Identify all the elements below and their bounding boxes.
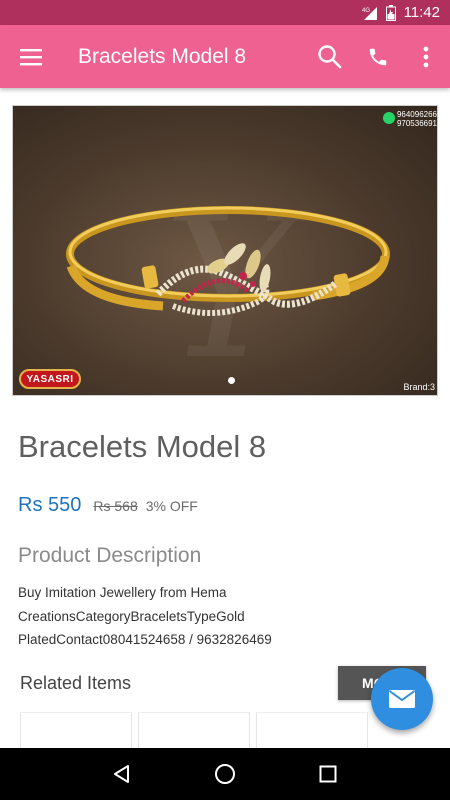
recents-icon [319, 765, 337, 783]
email-fab[interactable] [371, 668, 433, 730]
whatsapp-icon [382, 112, 395, 124]
discount-label: 3% OFF [145, 498, 198, 514]
menu-button[interactable] [0, 25, 62, 88]
product-description: Buy Imitation Jewellery from Hema Creati… [18, 581, 318, 652]
call-button[interactable] [354, 25, 402, 88]
page-title: Bracelets Model 8 [78, 44, 247, 68]
current-price: Rs 550 [18, 494, 82, 516]
more-vert-icon [423, 46, 429, 67]
original-price: Rs 568 [93, 498, 138, 514]
overflow-menu-button[interactable] [402, 25, 450, 88]
app-bar: Bracelets Model 8 [0, 25, 450, 88]
bracelet-image: Y [66, 171, 390, 395]
description-line: Buy Imitation Jewellery from Hema [18, 585, 227, 600]
related-item-card[interactable] [256, 712, 368, 748]
search-icon [318, 44, 342, 68]
network-type: 4G [362, 8, 370, 14]
system-nav-bar [0, 748, 450, 800]
status-bar: 4G 11:42 [0, 0, 450, 25]
mail-icon [388, 690, 416, 708]
back-button[interactable] [102, 754, 142, 794]
price-row: Rs 550 Rs 568 3% OFF [18, 494, 198, 517]
recents-button[interactable] [308, 754, 348, 794]
related-item-card[interactable] [138, 712, 250, 748]
related-items-heading: Related Items [20, 673, 132, 693]
home-icon [214, 764, 235, 784]
battery-icon [385, 4, 396, 21]
search-button[interactable] [306, 25, 354, 88]
home-button[interactable] [205, 754, 245, 794]
description-line: PlatedContact08041524658 / 9632826469 [18, 632, 272, 647]
back-icon [113, 765, 129, 783]
product-title: Bracelets Model 8 [18, 429, 267, 464]
brand-logo: YASASRI [19, 369, 81, 389]
description-line: CreationsCategoryBraceletsTypeGold [18, 608, 245, 624]
phone-icon [369, 48, 387, 65]
signal-icon: 4G [362, 6, 378, 20]
brand-label: Brand:3 [403, 382, 435, 392]
description-heading: Product Description [18, 544, 202, 567]
contact-number-2: 970536691 [396, 119, 437, 128]
menu-icon [20, 48, 42, 65]
status-time: 11:42 [403, 4, 440, 21]
whatsapp-contact: 964096266 970536691 [382, 110, 437, 128]
related-item-card[interactable] [20, 712, 132, 748]
product-image-carousel[interactable]: Y 964096266 970536691 YASASRI Brand:3 [12, 105, 438, 396]
carousel-indicator[interactable] [228, 377, 235, 384]
contact-number-1: 964096266 [396, 110, 437, 119]
